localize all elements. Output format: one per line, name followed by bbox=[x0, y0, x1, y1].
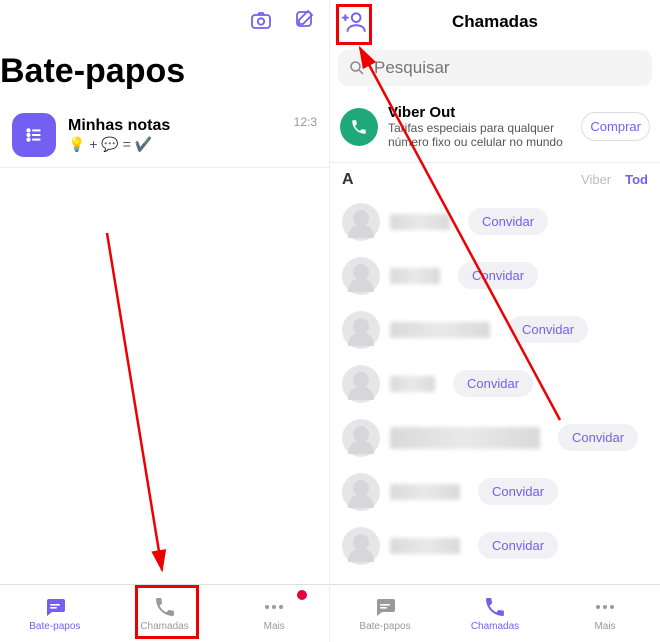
nav-label: Mais bbox=[594, 621, 615, 632]
avatar bbox=[342, 365, 380, 403]
invite-button[interactable]: Convidar bbox=[453, 370, 533, 397]
viber-out-title: Viber Out bbox=[388, 104, 571, 121]
avatar bbox=[342, 527, 380, 565]
avatar bbox=[342, 257, 380, 295]
phone-icon bbox=[153, 595, 177, 619]
chat-text: Minhas notas 💡 + 💬 = ✔️ bbox=[68, 117, 282, 153]
nav-more[interactable]: Mais bbox=[550, 585, 660, 642]
contact-name-redacted bbox=[390, 538, 460, 554]
viber-out-icon bbox=[340, 108, 378, 146]
invite-button[interactable]: Convidar bbox=[478, 532, 558, 559]
contact-name-redacted bbox=[390, 484, 460, 500]
calls-screen: Chamadas Viber Out Tarifas especiais par… bbox=[330, 0, 660, 642]
filter-tabs: Viber Tod bbox=[581, 172, 648, 187]
search-icon bbox=[348, 59, 366, 77]
contact-name-redacted bbox=[390, 322, 490, 338]
contact-name-redacted bbox=[390, 214, 450, 230]
contact-row[interactable]: Convidar bbox=[330, 411, 660, 465]
nav-label: Bate-papos bbox=[29, 621, 80, 632]
viber-out-row[interactable]: Viber Out Tarifas especiais para qualque… bbox=[330, 92, 660, 163]
invite-button[interactable]: Convidar bbox=[558, 424, 638, 451]
bottom-nav-left: Bate-papos Chamadas Mais bbox=[0, 584, 329, 642]
add-contact-icon[interactable] bbox=[341, 22, 367, 39]
nav-calls[interactable]: Chamadas bbox=[110, 585, 220, 642]
annotation-box-add-contact bbox=[336, 4, 372, 45]
avatar bbox=[342, 419, 380, 457]
viber-out-text: Viber Out Tarifas especiais para qualque… bbox=[388, 104, 571, 150]
chat-bubble-icon bbox=[373, 595, 397, 619]
nav-more[interactable]: Mais bbox=[219, 585, 329, 642]
nav-chats[interactable]: Bate-papos bbox=[330, 585, 440, 642]
avatar bbox=[342, 473, 380, 511]
camera-icon[interactable] bbox=[249, 8, 273, 37]
contact-row[interactable]: Convidar bbox=[330, 195, 660, 249]
section-header: A Viber Tod bbox=[330, 163, 660, 195]
chats-screen: Bate-papos Minhas notas 💡 + 💬 = ✔️ 12:3 … bbox=[0, 0, 330, 642]
avatar bbox=[342, 203, 380, 241]
contact-name-redacted bbox=[390, 268, 440, 284]
search-bar[interactable] bbox=[338, 50, 652, 86]
bottom-nav-right: Bate-papos Chamadas Mais bbox=[330, 584, 660, 642]
chat-time: 12:3 bbox=[294, 113, 317, 129]
avatar bbox=[342, 311, 380, 349]
section-letter: A bbox=[342, 171, 354, 189]
contact-name-redacted bbox=[390, 376, 435, 392]
buy-button[interactable]: Comprar bbox=[581, 112, 650, 141]
invite-button[interactable]: Convidar bbox=[458, 262, 538, 289]
filter-all[interactable]: Tod bbox=[625, 172, 648, 187]
contact-row[interactable]: Convidar bbox=[330, 249, 660, 303]
contact-list: Convidar Convidar Convidar Convidar Conv… bbox=[330, 195, 660, 642]
filter-viber[interactable]: Viber bbox=[581, 172, 611, 187]
chat-list-item[interactable]: Minhas notas 💡 + 💬 = ✔️ 12:3 bbox=[0, 103, 329, 168]
contact-row[interactable]: Convidar bbox=[330, 519, 660, 573]
contact-row[interactable]: Convidar bbox=[330, 303, 660, 357]
nav-label: Chamadas bbox=[471, 621, 519, 632]
chat-name: Minhas notas bbox=[68, 117, 282, 135]
page-title: Bate-papos bbox=[0, 44, 329, 103]
compose-icon[interactable] bbox=[293, 8, 317, 37]
nav-calls[interactable]: Chamadas bbox=[440, 585, 550, 642]
search-input[interactable] bbox=[374, 58, 642, 78]
viber-out-subtitle: Tarifas especiais para qualquer número f… bbox=[388, 121, 571, 150]
nav-chats[interactable]: Bate-papos bbox=[0, 585, 110, 642]
chat-preview: 💡 + 💬 = ✔️ bbox=[68, 135, 282, 153]
calls-title: Chamadas bbox=[452, 12, 538, 32]
notification-badge bbox=[297, 590, 307, 600]
notes-icon bbox=[12, 113, 56, 157]
contact-row[interactable]: Convidar bbox=[330, 357, 660, 411]
top-toolbar bbox=[0, 0, 329, 44]
contact-row[interactable]: Convidar bbox=[330, 465, 660, 519]
phone-icon bbox=[483, 595, 507, 619]
more-dots-icon bbox=[262, 595, 286, 619]
nav-label: Mais bbox=[264, 621, 285, 632]
nav-label: Chamadas bbox=[140, 621, 188, 632]
chat-bubble-icon bbox=[43, 595, 67, 619]
contact-name-redacted bbox=[390, 427, 540, 449]
nav-label: Bate-papos bbox=[359, 621, 410, 632]
invite-button[interactable]: Convidar bbox=[478, 478, 558, 505]
calls-header: Chamadas bbox=[330, 0, 660, 44]
more-dots-icon bbox=[593, 595, 617, 619]
invite-button[interactable]: Convidar bbox=[468, 208, 548, 235]
invite-button[interactable]: Convidar bbox=[508, 316, 588, 343]
